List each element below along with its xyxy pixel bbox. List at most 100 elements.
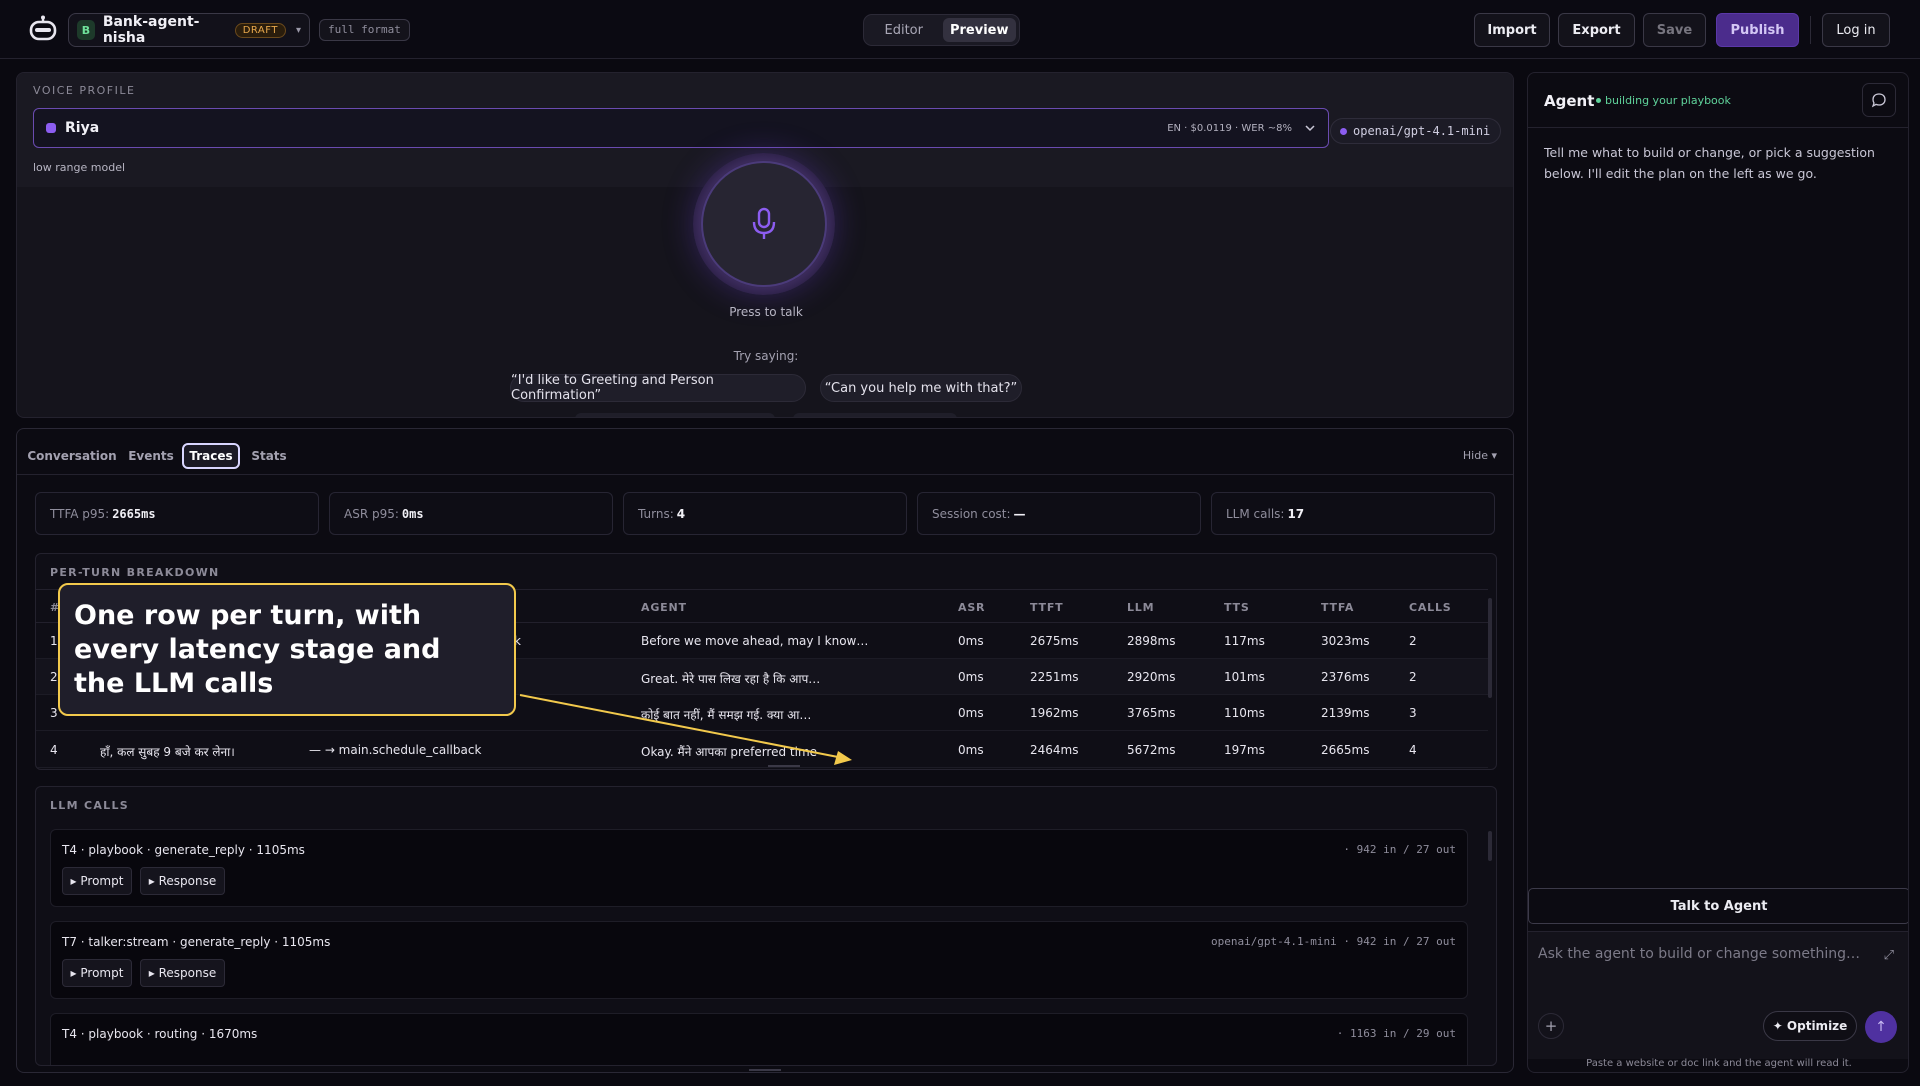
cell-llm: 2898ms <box>1127 634 1176 648</box>
chevron-down-icon <box>1305 125 1315 132</box>
response-toggle-button[interactable]: ▸ Response <box>140 867 225 895</box>
hide-button[interactable]: Hide ▾ <box>1463 449 1497 462</box>
metric-label: LLM calls: <box>1226 506 1285 521</box>
cell-ttfa: 2665ms <box>1321 743 1370 757</box>
voice-panel: VOICE PROFILE Riya EN · $0.0119 · WER ~8… <box>16 72 1514 418</box>
press-to-talk-button[interactable] <box>701 161 827 287</box>
cell-num: 1 <box>50 634 58 648</box>
prompt-toggle-button[interactable]: ▸ Prompt <box>62 959 132 987</box>
debug-panel: Conversation Events Traces Stats Hide ▾ … <box>16 428 1514 1073</box>
prompt-toggle-button[interactable]: ▸ Prompt <box>62 867 132 895</box>
toolbar-divider <box>1810 16 1811 44</box>
metric-label: Session cost: <box>932 506 1011 521</box>
agent-input-box[interactable]: Ask the agent to build or change somethi… <box>1528 931 1908 1059</box>
metric-ttfa: TTFA p95: 2665ms <box>35 492 319 535</box>
col-ttft: TTFT <box>1030 601 1064 614</box>
cell-tts: 110ms <box>1224 706 1265 720</box>
llm-call-item: T7 · talker:stream · generate_reply · 11… <box>50 921 1468 999</box>
cell-ttft: 2675ms <box>1030 634 1079 648</box>
voice-meta: EN · $0.0119 · WER ~8% <box>1167 122 1292 134</box>
col-llm: LLM <box>1127 601 1155 614</box>
agent-header: Agent building your playbook <box>1528 73 1908 128</box>
col-agent: AGENT <box>641 601 687 614</box>
project-name: Bank-agent-nisha <box>102 14 200 46</box>
cell-agent: Before we move ahead, may I know… <box>641 634 869 648</box>
mode-toggle: Editor Preview <box>863 14 1020 46</box>
metric-label: Turns: <box>638 506 674 521</box>
add-attachment-button[interactable]: + <box>1538 1013 1564 1039</box>
cell-user: हाँ, कल सुबह 9 बजे कर लेना। <box>100 745 235 759</box>
tab-events[interactable]: Events <box>128 443 174 469</box>
voice-select[interactable]: Riya EN · $0.0119 · WER ~8% <box>33 108 1329 148</box>
import-button[interactable]: Import <box>1474 13 1550 47</box>
llm-calls-label: LLM CALLS <box>50 799 130 812</box>
model-name: openai/gpt-4.1-mini <box>1353 124 1491 138</box>
draft-badge: DRAFT <box>234 22 286 38</box>
tab-traces[interactable]: Traces <box>182 443 240 469</box>
metric-value: 0ms <box>401 506 424 521</box>
resize-handle[interactable] <box>749 1069 781 1071</box>
project-switcher[interactable]: B Bank-agent-nisha DRAFT ▾ <box>68 13 310 47</box>
cell-num: 2 <box>50 670 58 684</box>
llm-call-item: T4 · playbook · routing · 1670ms · 1163 … <box>50 1013 1468 1065</box>
status-dot <box>1596 98 1601 103</box>
metric-asr: ASR p95: 0ms <box>329 492 613 535</box>
save-button[interactable]: Save <box>1643 13 1706 47</box>
col-asr: ASR <box>958 601 986 614</box>
optimize-button[interactable]: ✦ Optimize <box>1763 1011 1857 1041</box>
voice-color-dot <box>46 123 56 133</box>
publish-button[interactable]: Publish <box>1716 13 1799 47</box>
metric-value: — <box>1013 506 1026 521</box>
robot-logo-icon[interactable] <box>28 15 58 43</box>
talk-to-agent-button[interactable]: Talk to Agent <box>1528 888 1908 924</box>
preview-tab[interactable]: Preview <box>942 18 1016 42</box>
cell-calls: 2 <box>1409 670 1417 684</box>
suggestion-chip-hidden <box>575 413 775 417</box>
cell-asr: 0ms <box>958 670 984 684</box>
model-chip[interactable]: openai/gpt-4.1-mini <box>1330 118 1502 144</box>
tab-stats[interactable]: Stats <box>251 443 287 469</box>
suggestion-chip[interactable]: “I'd like to Greeting and Person Confirm… <box>510 373 806 403</box>
llm-call-title: T4 · playbook · generate_reply · 1105ms <box>62 843 305 857</box>
cell-ttft: 1962ms <box>1030 706 1079 720</box>
cell-route: — → main.schedule_callback <box>309 743 482 757</box>
cell-tts: 197ms <box>1224 743 1265 757</box>
cell-calls: 4 <box>1409 743 1417 757</box>
resize-handle[interactable] <box>768 765 800 767</box>
metric-value: 2665ms <box>112 506 156 521</box>
llm-call-meta: · 1163 in / 29 out <box>1336 1027 1456 1040</box>
cell-ttfa: 2376ms <box>1321 670 1370 684</box>
llm-scrollbar[interactable] <box>1488 831 1492 861</box>
metric-turns: Turns: 4 <box>623 492 907 535</box>
turns-scrollbar[interactable] <box>1488 598 1492 698</box>
metric-session-cost: Session cost: — <box>917 492 1201 535</box>
table-row[interactable]: 4 हाँ, कल सुबह 9 बजे कर लेना। — → main.s… <box>36 732 1488 768</box>
metric-label: ASR p95: <box>344 506 399 521</box>
expand-icon[interactable]: ⤢ <box>1884 948 1894 963</box>
format-chip[interactable]: full format <box>319 19 410 41</box>
chat-bubble-icon[interactable] <box>1862 83 1896 117</box>
cell-agent: Great. मेरे पास लिख रहा है कि आप… <box>641 672 821 686</box>
cell-asr: 0ms <box>958 706 984 720</box>
cell-ttft: 2251ms <box>1030 670 1079 684</box>
try-saying-label: Try saying: <box>733 349 799 363</box>
cell-llm: 5672ms <box>1127 743 1176 757</box>
tab-conversation[interactable]: Conversation <box>27 443 116 469</box>
response-toggle-button[interactable]: ▸ Response <box>140 959 225 987</box>
llm-call-meta: openai/gpt-4.1-mini · 942 in / 27 out <box>1210 935 1456 948</box>
agent-footer-note: Paste a website or doc link and the agen… <box>1586 1058 1852 1069</box>
debug-tabs: Conversation Events Traces Stats Hide ▾ <box>17 429 1513 475</box>
cell-num: 3 <box>50 706 58 720</box>
cell-tts: 101ms <box>1224 670 1265 684</box>
col-calls: CALLS <box>1409 601 1452 614</box>
editor-tab[interactable]: Editor <box>867 18 941 42</box>
llm-call-title: T7 · talker:stream · generate_reply · 11… <box>62 935 331 949</box>
login-button[interactable]: Log in <box>1822 13 1890 47</box>
chat-icon <box>1871 93 1886 108</box>
agent-input-placeholder[interactable]: Ask the agent to build or change somethi… <box>1538 946 1860 962</box>
cell-agent: कोई बात नहीं, मैं समझ गई. क्या आ… <box>641 708 812 722</box>
suggestion-chip[interactable]: “Can you help me with that?” <box>820 374 1022 402</box>
press-to-talk-label: Press to talk <box>729 305 803 319</box>
export-button[interactable]: Export <box>1558 13 1635 47</box>
send-button[interactable]: ↑ <box>1865 1011 1897 1043</box>
